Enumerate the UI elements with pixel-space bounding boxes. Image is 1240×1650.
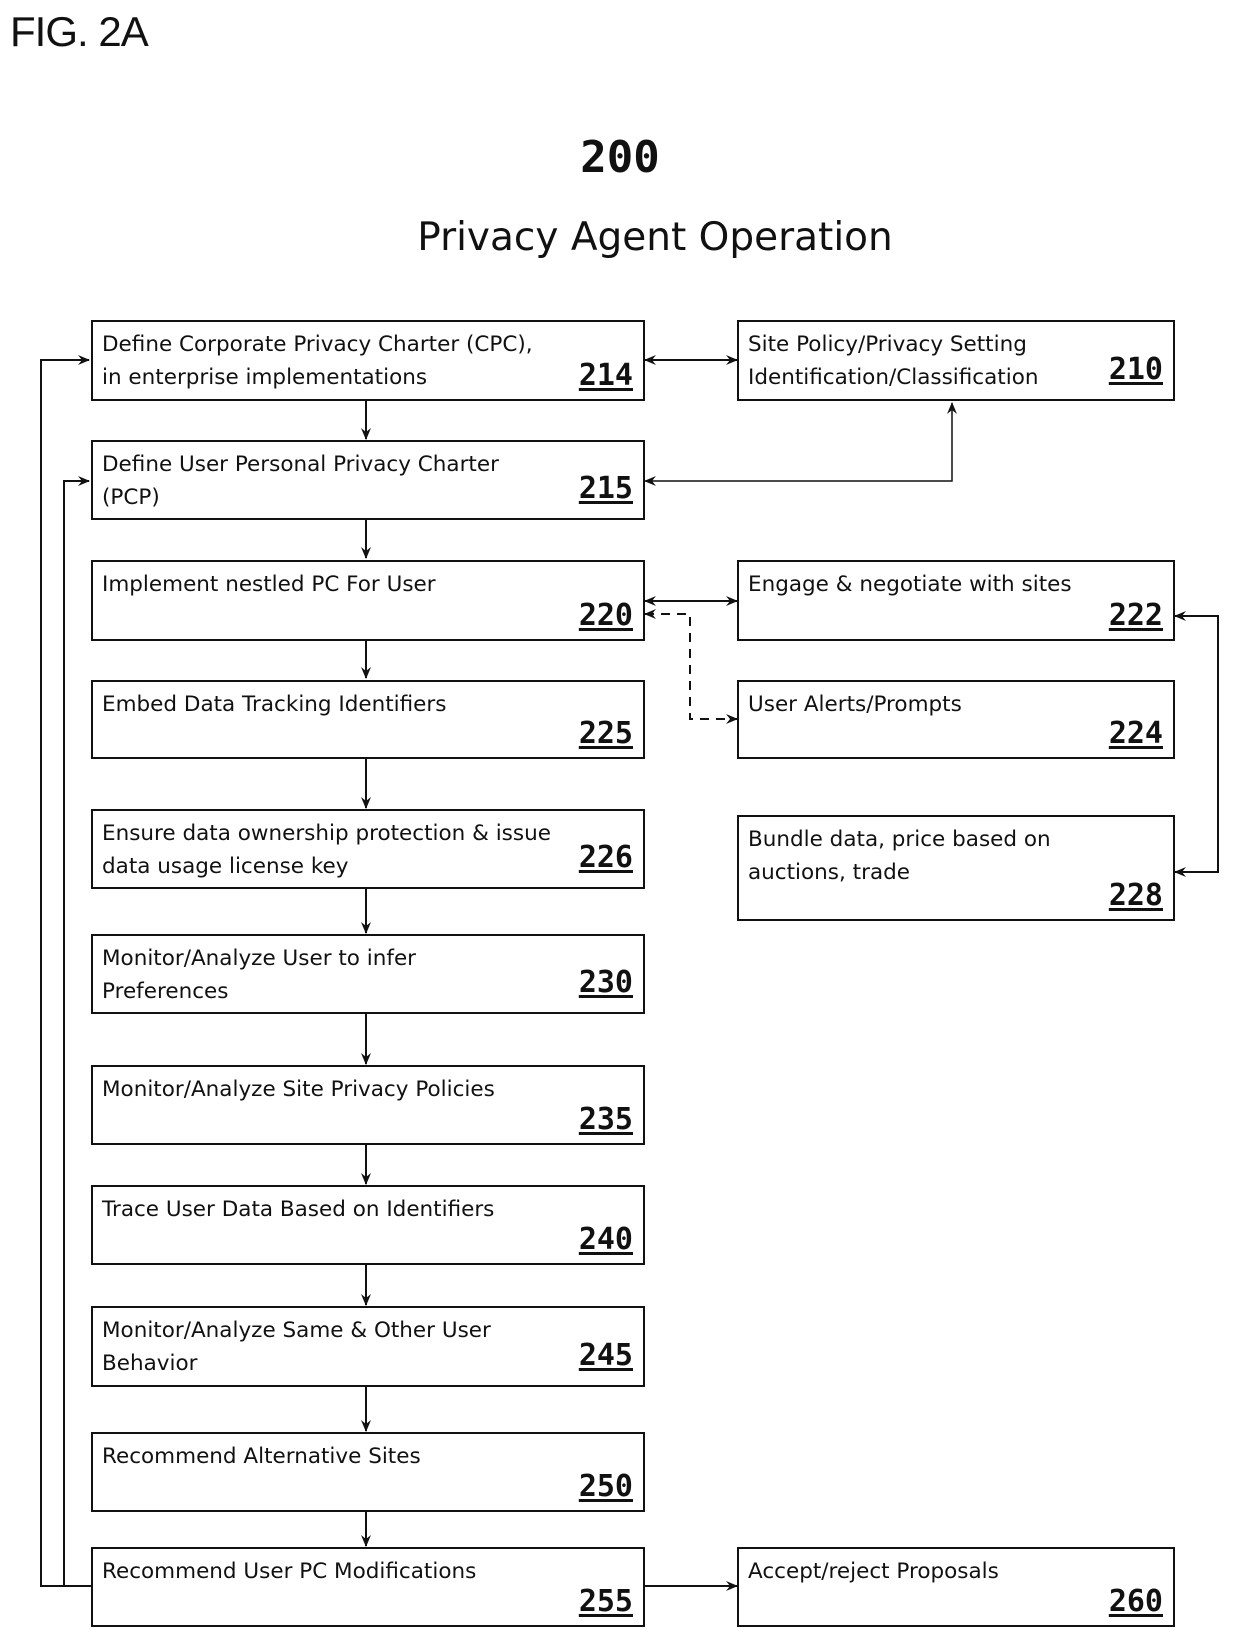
step-box-220: Implement nestled PC For User 220 [91,560,645,641]
step-box-228: Bundle data, price based on auctions, tr… [737,815,1175,921]
step-text: Monitor/Analyze Site Privacy Policies [102,1077,495,1102]
step-text: Embed Data Tracking Identifiers [102,692,447,717]
step-box-250: Recommend Alternative Sites 250 [91,1432,645,1512]
step-reference-number: 220 [578,598,633,633]
step-box-255: Recommend User PC Modifications 255 [91,1547,645,1627]
step-text: Monitor/Analyze User to infer Preference… [102,946,417,1004]
step-reference-number: 210 [1108,352,1163,387]
feedback-255-214 [40,355,91,1587]
step-reference-number: 255 [578,1584,633,1619]
feedback-255-215 [63,476,91,1587]
step-reference-number: 240 [578,1222,633,1257]
step-text: Monitor/Analyze Same & Other User Behavi… [102,1318,491,1376]
step-reference-number: 260 [1108,1584,1163,1619]
step-text: Implement nestled PC For User [102,572,436,597]
step-reference-number: 225 [578,716,633,751]
step-box-215: Define User Personal Privacy Charter (PC… [91,440,645,520]
step-text: Bundle data, price based on auctions, tr… [748,827,1051,885]
step-reference-number: 215 [578,471,633,506]
step-reference-number: 214 [578,358,633,393]
step-box-224: User Alerts/Prompts 224 [737,680,1175,759]
step-box-225: Embed Data Tracking Identifiers 225 [91,680,645,759]
step-text: Define User Personal Privacy Charter (PC… [102,452,499,510]
step-reference-number: 222 [1108,598,1163,633]
arrow-220-224-dashed [644,609,738,724]
step-text: Engage & negotiate with sites [748,572,1072,597]
arrow-228-222 [1174,611,1219,877]
step-box-226: Ensure data ownership protection & issue… [91,809,645,889]
step-box-214: Define Corporate Privacy Charter (CPC), … [91,320,645,401]
step-box-235: Monitor/Analyze Site Privacy Policies 23… [91,1065,645,1145]
step-box-260: Accept/reject Proposals 260 [737,1547,1175,1627]
step-text: Recommend User PC Modifications [102,1559,477,1584]
step-reference-number: 226 [578,840,633,875]
step-text: Define Corporate Privacy Charter (CPC), … [102,332,533,390]
step-text: Trace User Data Based on Identifiers [102,1197,495,1222]
step-reference-number: 230 [578,965,633,1000]
step-reference-number: 250 [578,1469,633,1504]
step-reference-number: 224 [1108,716,1163,751]
step-text: Ensure data ownership protection & issue… [102,821,551,879]
step-box-245: Monitor/Analyze Same & Other User Behavi… [91,1306,645,1387]
step-reference-number: 228 [1108,878,1163,913]
step-box-210: Site Policy/Privacy Setting Identificati… [737,320,1175,401]
step-box-222: Engage & negotiate with sites 222 [737,560,1175,641]
step-text: Accept/reject Proposals [748,1559,999,1584]
step-box-240: Trace User Data Based on Identifiers 240 [91,1185,645,1265]
step-text: Site Policy/Privacy Setting Identificati… [748,332,1039,390]
step-reference-number: 235 [578,1102,633,1137]
step-text: Recommend Alternative Sites [102,1444,421,1469]
arrow-210-215 [644,402,957,486]
step-text: User Alerts/Prompts [748,692,962,717]
step-reference-number: 245 [578,1338,633,1373]
step-box-230: Monitor/Analyze User to infer Preference… [91,934,645,1014]
